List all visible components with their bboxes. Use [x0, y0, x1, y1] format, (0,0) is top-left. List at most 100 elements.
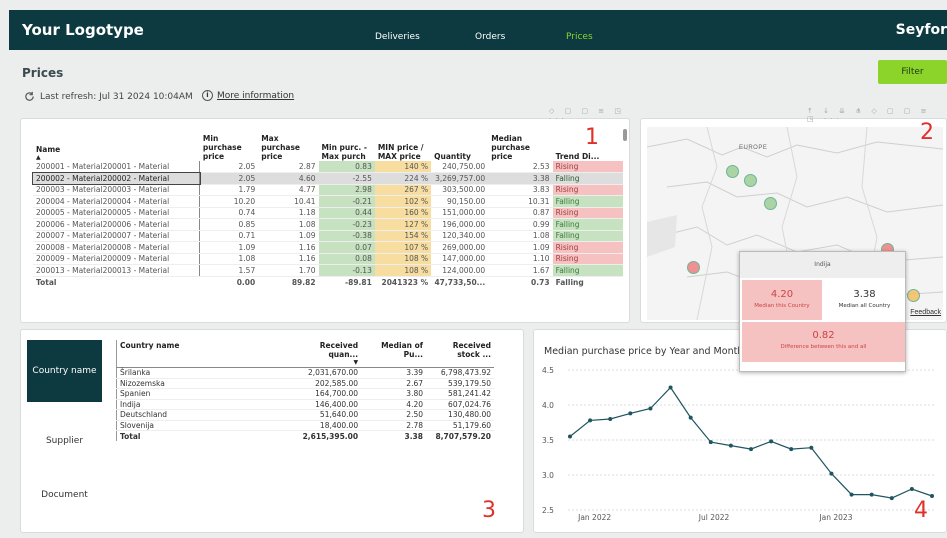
table-cell: 1.09 [258, 230, 319, 242]
tab-orders[interactable]: Orders [475, 32, 505, 42]
table-cell: 0.07 [318, 241, 375, 254]
tooltip-diff-label: Difference between this and all [780, 344, 867, 350]
data-point[interactable] [849, 492, 854, 497]
data-point[interactable] [789, 447, 794, 452]
table-cell: 147,000.00 [431, 253, 489, 265]
data-point[interactable] [668, 385, 673, 390]
table-row[interactable]: 200008 - Material200008 - Material 1.09 1.… [33, 241, 623, 254]
table-cell: 108 % [374, 264, 432, 277]
sort-asc-icon: ▲ [36, 154, 41, 161]
visual-toolbar-icons[interactable]: ◇ ▢ ▢ ≡ ◳ ··· [549, 107, 629, 123]
tab-prices[interactable]: Prices [566, 32, 593, 42]
more-information-label[interactable]: More information [217, 91, 294, 101]
table-row[interactable]: 200005 - Material200005 - Material 0.74 1.… [33, 207, 623, 219]
more-information-link[interactable]: i More information [202, 90, 294, 101]
col-min-price[interactable]: Min purchase price [200, 133, 258, 161]
total-cell: 0.73 [531, 277, 550, 287]
table-scrollbar[interactable] [623, 129, 627, 141]
country-row[interactable]: Nizozemska 202,585.00 2.67 539,179.50 [116, 378, 494, 389]
map-bubble[interactable] [744, 174, 757, 187]
col-max-price[interactable]: Max purchase price [258, 133, 318, 161]
table-cell: 1.08 [488, 230, 553, 242]
map-bubble[interactable] [763, 197, 777, 210]
total-cell: 2041323 % [381, 277, 429, 287]
data-point[interactable] [909, 487, 914, 491]
table-cell: 1.70 [258, 264, 319, 277]
country-cell: 6,798,473.92 [426, 367, 494, 379]
data-point[interactable] [568, 434, 572, 439]
tooltip-all-value: 3.38 [853, 289, 876, 300]
map-feedback-link[interactable]: Feedback [910, 309, 941, 316]
data-point[interactable] [809, 445, 814, 450]
table-cell: 154 % [374, 230, 432, 242]
table-row[interactable]: 200006 - Material200006 - Material 0.85 1.… [33, 218, 623, 231]
map-bubble[interactable] [906, 289, 920, 302]
refresh-icon[interactable] [24, 91, 35, 102]
col-min-max-diff[interactable]: Min purc. - Max purch [319, 133, 375, 161]
col-received-qty[interactable]: Received quan... ▼ [291, 340, 362, 368]
data-point[interactable] [728, 443, 733, 448]
data-point[interactable] [930, 494, 934, 498]
refresh-text: Last refresh: Jul 31 2024 10:04AM [40, 91, 193, 102]
table-cell: 267 % [374, 184, 432, 196]
data-point[interactable] [648, 406, 653, 411]
country-cell: 2,031,670.00 [291, 367, 362, 379]
country-cell: 2.78 [361, 420, 426, 431]
table-cell: Rising [552, 241, 623, 254]
tab-deliveries[interactable]: Deliveries [375, 32, 420, 42]
data-point[interactable] [588, 418, 593, 423]
country-cell: 607,024.76 [426, 399, 494, 410]
table-row[interactable]: 200002 - Material200002 - Material 2.05 4.… [32, 171, 623, 185]
total-cell: Total [36, 277, 57, 287]
tooltip-this-value: 4.20 [770, 289, 794, 300]
country-row[interactable]: Spanien 164,700.00 3.80 581,241.42 [116, 388, 494, 400]
table-row[interactable]: 200013 - Material200013 - Material 1.57 1.… [33, 264, 623, 277]
data-point[interactable] [708, 440, 713, 445]
side-tab-supplier[interactable]: Supplier [27, 410, 102, 472]
table-cell: 0.87 [488, 207, 553, 219]
table-cell: -0.21 [318, 195, 375, 208]
data-point[interactable] [749, 447, 753, 452]
table-total-row: Total 0.00 89.82 -89.81 2041323 % 47,733,50..… [33, 276, 623, 288]
country-row[interactable]: Deutschland 51,640.00 2.50 130,480.00 [116, 409, 494, 421]
table-cell: 124,000.00 [431, 264, 489, 277]
table-row[interactable]: 200007 - Material200007 - Material 0.71 1.… [33, 230, 623, 242]
table-cell: Rising [552, 161, 623, 173]
data-point[interactable] [889, 496, 894, 501]
col-min-max-ratio[interactable]: MIN price / MAX price [375, 133, 431, 161]
data-point[interactable] [608, 417, 613, 421]
country-row[interactable]: Indija 146,400.00 4.20 607,024.76 [116, 399, 494, 410]
data-point[interactable] [628, 411, 633, 416]
table-row[interactable]: 200004 - Material200004 - Material 10.20 1… [33, 195, 623, 208]
data-point[interactable] [769, 439, 774, 444]
table-cell: Falling [552, 218, 623, 231]
col-name[interactable]: Name ▲ [33, 133, 200, 161]
filter-button[interactable]: Filter [878, 60, 947, 84]
country-row[interactable]: Šrilanka 2,031,670.00 3.39 6,798,473.92 [116, 367, 494, 379]
table-row[interactable]: 200009 - Material200009 - Material 1.08 1.… [33, 253, 623, 265]
col-country-name[interactable]: Country name [116, 340, 292, 368]
table-cell: 200005 - Material200005 - Material [33, 207, 201, 219]
tooltip-this-label: Median this Country [754, 303, 810, 309]
data-point[interactable] [829, 471, 834, 476]
table-cell: 196,000.00 [431, 218, 489, 231]
side-tab-document[interactable]: Document [27, 464, 102, 526]
y-tick-label: 4.5 [542, 366, 554, 375]
y-tick-label: 3.5 [542, 436, 554, 445]
data-point[interactable] [688, 415, 693, 420]
country-cell: 202,585.00 [291, 378, 362, 389]
data-point[interactable] [869, 492, 874, 497]
table-row[interactable]: 200001 - Material200001 - Material 2.05 2.… [33, 161, 623, 173]
col-median-price[interactable]: Median purchase price [488, 133, 552, 161]
series-line [569, 386, 933, 499]
table-row[interactable]: 200003 - Material200003 - Material 1.79 4.… [33, 184, 623, 196]
table-cell: 4.60 [258, 172, 319, 185]
country-row[interactable]: Slovenija 18,400.00 2.78 51,179.60 [116, 420, 494, 431]
country-total-row: Total 2,615,395.00 3.38 8,707,579.20 [116, 430, 495, 441]
col-received-stock[interactable]: Received stock ... [426, 340, 494, 368]
country-cell: 4.20 [361, 399, 426, 410]
col-median-purchase[interactable]: Median of Pu... [361, 340, 426, 368]
col-quantity[interactable]: Quantity [431, 133, 488, 161]
side-tab-country-name[interactable]: Country name [27, 340, 102, 402]
table-cell: 10.31 [488, 195, 553, 208]
